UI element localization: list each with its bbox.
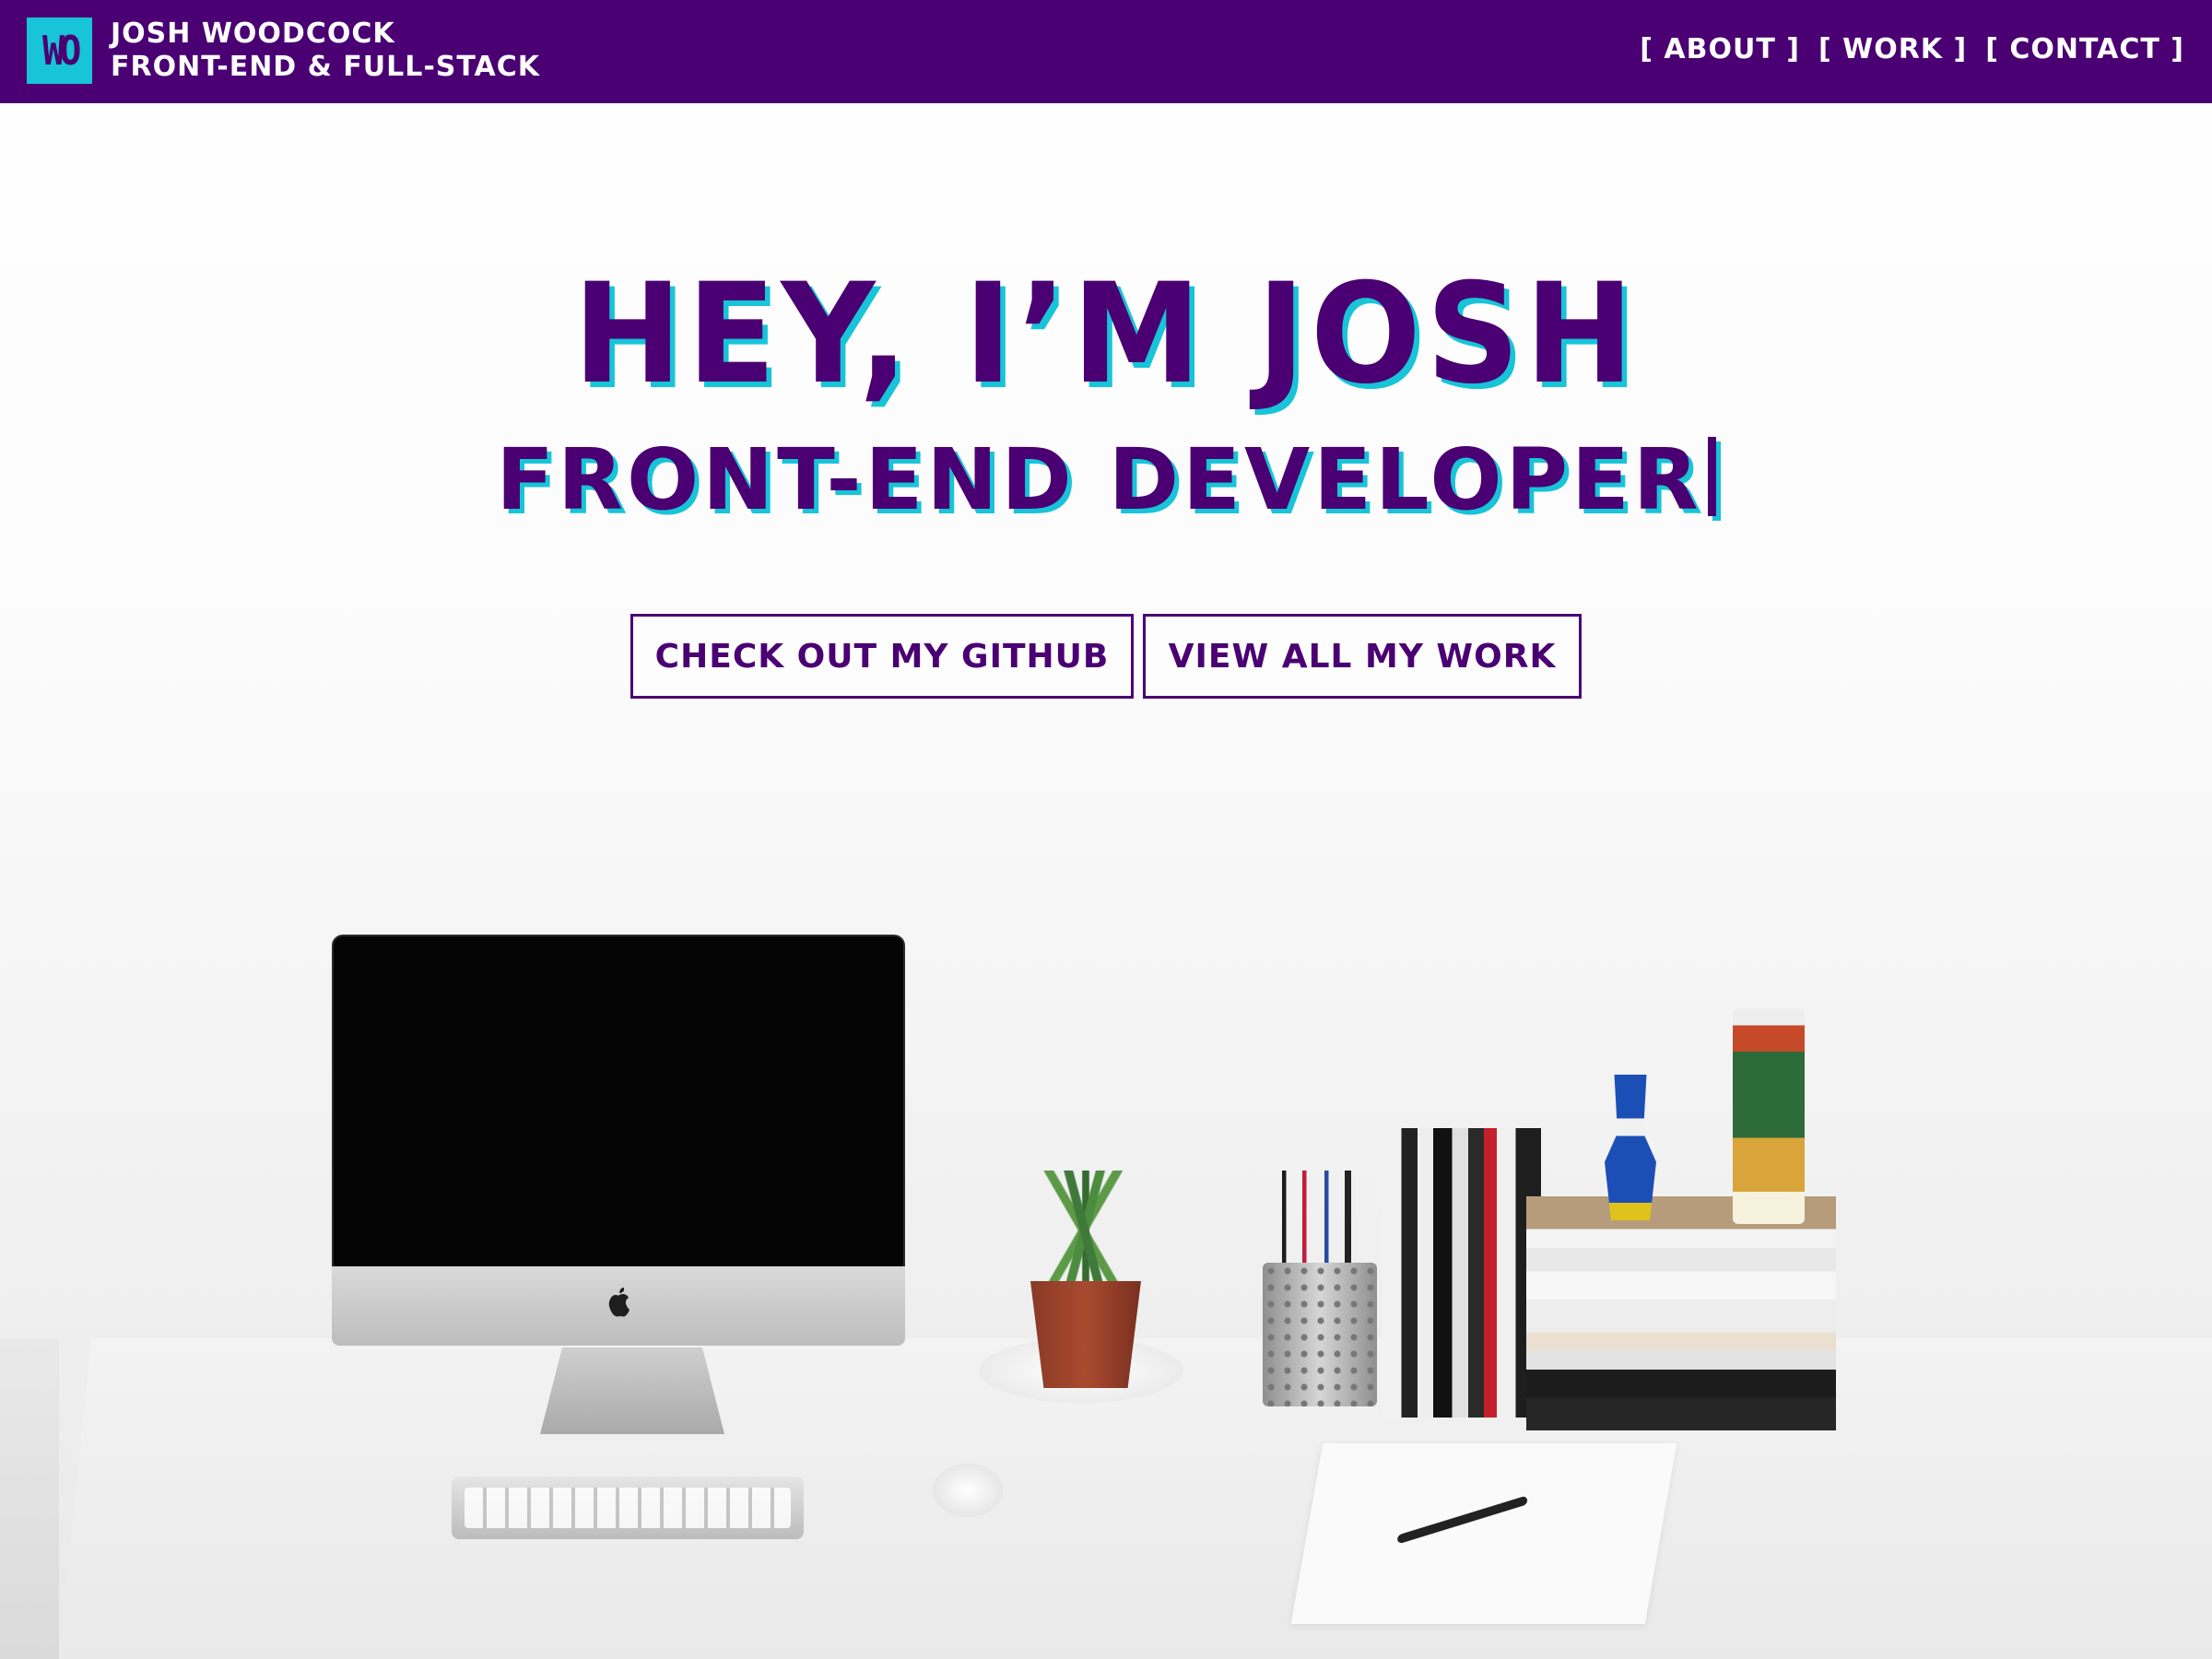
desk-edge	[0, 1338, 59, 1659]
github-button[interactable]: CHECK OUT MY GITHUB	[630, 614, 1134, 699]
nav-link-contact[interactable]: [ CONTACT ]	[1985, 33, 2184, 65]
imac-screen	[332, 935, 905, 1268]
plant-pot	[1030, 1281, 1141, 1388]
logo-icon[interactable]: WO	[27, 18, 92, 84]
page: WO JOSH WOODCOCK FRONT-END & FULL-STACK …	[0, 0, 2212, 1659]
pencil-cup	[1263, 1263, 1377, 1406]
site-tagline: FRONT-END & FULL-STACK	[111, 51, 541, 83]
plant-leaves	[1036, 1171, 1135, 1290]
nav-link-about[interactable]: [ ABOUT ]	[1640, 33, 1800, 65]
candle	[1733, 1008, 1805, 1224]
logo-mark-text: WO	[42, 27, 81, 75]
nav-link-work[interactable]: [ WORK ]	[1818, 33, 1967, 65]
typing-cursor	[1707, 437, 1716, 516]
top-nav-bar: WO JOSH WOODCOCK FRONT-END & FULL-STACK …	[0, 0, 2212, 103]
main-navigation: [ ABOUT ] [ WORK ] [ CONTACT ]	[1640, 33, 2184, 65]
imac-stand	[540, 1347, 724, 1434]
book-stack	[1526, 1196, 1836, 1430]
hero-title: HEY, I’M JOSH	[572, 254, 1640, 415]
hero-buttons: CHECK OUT MY GITHUB VIEW ALL MY WORK	[630, 614, 1582, 699]
upright-books	[1382, 1128, 1541, 1418]
apple-logo-icon	[604, 1285, 633, 1318]
mouse	[933, 1464, 1003, 1517]
imac-computer	[332, 935, 905, 1346]
pens	[1272, 1171, 1373, 1272]
site-name: JOSH WOODCOCK	[111, 18, 395, 50]
view-work-button[interactable]: VIEW ALL MY WORK	[1143, 614, 1582, 699]
notepad-with-pen	[1290, 1443, 1677, 1624]
hero-subtitle: FRONT-END DEVELOPER	[0, 437, 2212, 523]
hero-subtitle-text: FRONT-END DEVELOPER	[496, 430, 1702, 529]
keyboard	[452, 1477, 804, 1539]
